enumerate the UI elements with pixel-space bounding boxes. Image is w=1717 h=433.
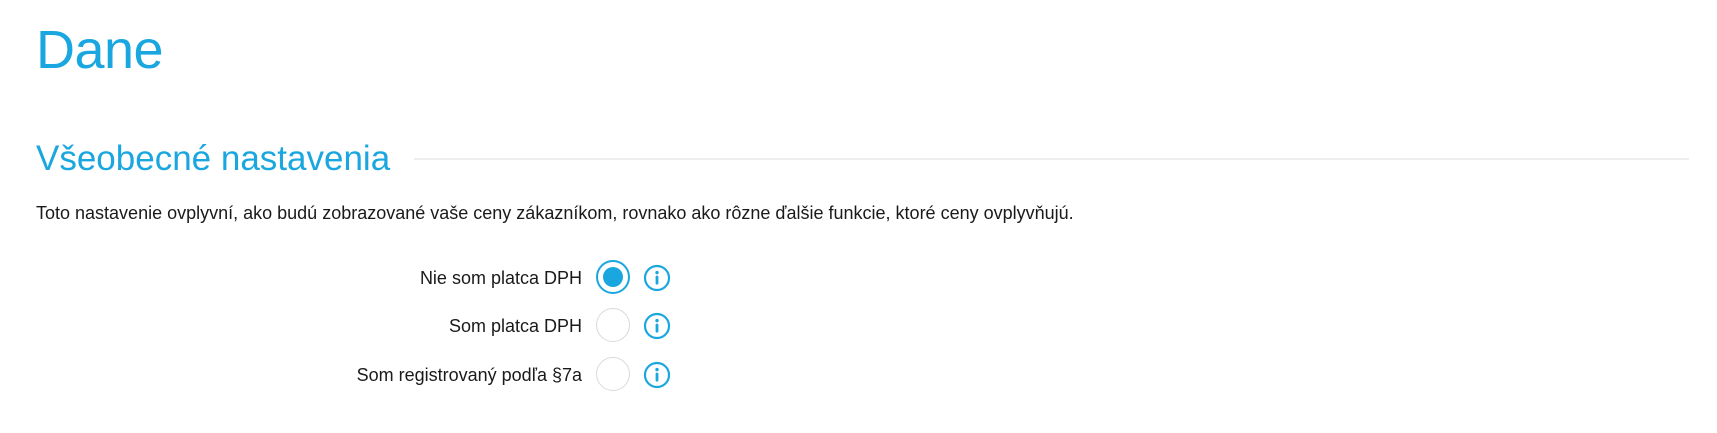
radio-not-vat-payer[interactable] (596, 260, 630, 294)
section-divider (414, 158, 1689, 160)
section-header: Všeobecné nastavenia (36, 136, 1689, 182)
radio-registered-7a[interactable] (596, 357, 630, 391)
page-title: Dane (36, 20, 164, 80)
radio-vat-payer[interactable] (596, 308, 630, 342)
section-title: Všeobecné nastavenia (36, 139, 391, 178)
option-row-vat-payer: Som platca DPH (36, 308, 736, 344)
option-label: Nie som platca DPH (419, 268, 582, 288)
option-label: Som platca DPH (448, 316, 582, 336)
info-icon[interactable] (643, 264, 671, 292)
option-row-registered-7a: Som registrovaný podľa §7a (36, 357, 736, 393)
option-row-not-vat-payer: Nie som platca DPH (36, 260, 736, 296)
info-icon[interactable] (643, 361, 671, 389)
info-icon[interactable] (643, 312, 671, 340)
section-description: Toto nastavenie ovplyvní, ako budú zobra… (36, 203, 1074, 223)
option-label: Som registrovaný podľa §7a (356, 365, 582, 385)
